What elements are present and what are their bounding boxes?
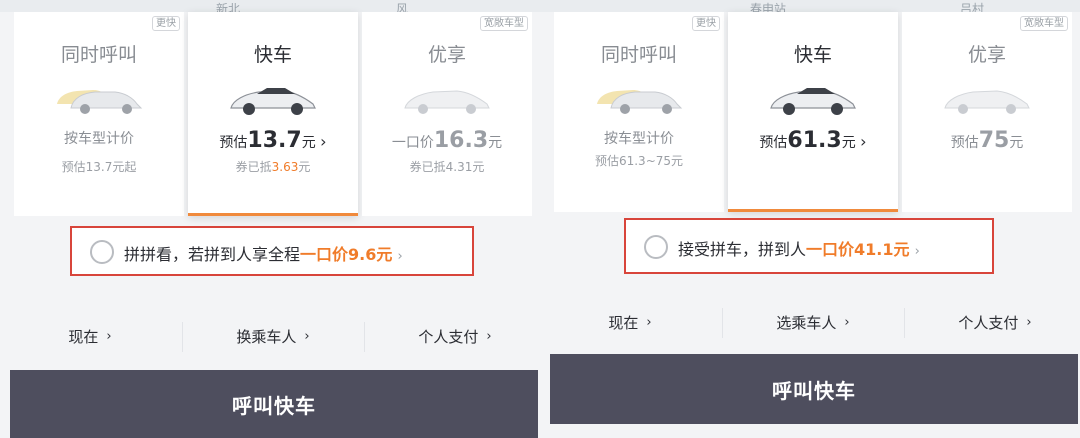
price-unit: 元 bbox=[488, 135, 503, 151]
price-unit: 元 bbox=[1009, 135, 1024, 151]
option-label: 选乘车人 bbox=[776, 313, 837, 332]
chevron-right-icon: › bbox=[486, 328, 492, 344]
price-line: 预估61.3元 › bbox=[728, 128, 898, 153]
car-type-card-express[interactable]: 快车 预估61.3元 › bbox=[728, 12, 898, 212]
price-prefix: 一口价 bbox=[391, 135, 434, 151]
coupon-label: 券已抵 bbox=[235, 160, 272, 174]
carpool-option[interactable]: 接受拼车，拼到人一口价41.1元 › bbox=[624, 218, 994, 274]
passenger-option[interactable]: 换乘车人 › bbox=[183, 306, 363, 366]
coupon-unit: 元 bbox=[298, 160, 311, 174]
carpool-fixed-price: 一口价9.6元 bbox=[300, 245, 393, 264]
chevron-right-icon: › bbox=[860, 132, 867, 151]
option-label: 现在 bbox=[68, 327, 99, 346]
car-icon bbox=[230, 88, 316, 115]
premium-car-icon bbox=[404, 90, 490, 114]
price-line: 一口价16.3元 bbox=[362, 128, 532, 153]
car-type-card-express[interactable]: 快车 预估13.7元 › 券已抵3.63元 bbox=[188, 12, 358, 216]
price-prefix: 预估 bbox=[219, 135, 248, 151]
call-express-button[interactable]: 呼叫快车 bbox=[10, 370, 538, 438]
car-type-title: 同时呼叫 bbox=[600, 44, 677, 66]
price-prefix: 按车型计价 bbox=[64, 131, 134, 147]
chevron-right-icon: › bbox=[646, 314, 652, 330]
price-prefix: 预估 bbox=[950, 135, 979, 151]
carpool-option[interactable]: 拼拼看，若拼到人享全程一口价9.6元 › bbox=[70, 226, 474, 276]
price-prefix: 预估 bbox=[759, 135, 788, 151]
coupon-line: 券已抵4.31元 bbox=[409, 160, 485, 174]
coupon-line: 券已抵3.63元 bbox=[188, 158, 358, 175]
spacious-tag: 宽敞车型 bbox=[480, 16, 528, 31]
chevron-right-icon: › bbox=[844, 314, 850, 330]
price-value: 16.3 bbox=[433, 128, 489, 153]
price-value: 61.3 bbox=[787, 128, 842, 153]
chevron-right-icon: › bbox=[320, 132, 327, 151]
price-prefix: 按车型计价 bbox=[604, 131, 674, 147]
payment-option[interactable]: 个人支付 › bbox=[905, 292, 1080, 352]
car-type-title: 同时呼叫 bbox=[60, 44, 137, 66]
car-type-card-premium[interactable]: 宽敞车型 优享 预估75元 bbox=[902, 12, 1072, 212]
coupon-amount: 3.63 bbox=[271, 160, 299, 174]
option-label: 个人支付 bbox=[958, 313, 1019, 332]
car-type-title: 快车 bbox=[253, 44, 292, 66]
carpool-radio[interactable] bbox=[644, 235, 668, 259]
carpool-fixed-price: 一口价41.1元 bbox=[806, 240, 910, 259]
estimate-range: 预估13.7元起 bbox=[61, 160, 137, 174]
price-line: 按车型计价 bbox=[14, 128, 184, 148]
passenger-option[interactable]: 选乘车人 › bbox=[723, 292, 903, 352]
call-express-button[interactable]: 呼叫快车 bbox=[550, 354, 1078, 424]
option-label: 换乘车人 bbox=[236, 327, 297, 346]
carpool-label: 接受拼车，拼到人 bbox=[678, 240, 807, 259]
time-option[interactable]: 现在 › bbox=[0, 306, 180, 366]
payment-option[interactable]: 个人支付 › bbox=[365, 306, 540, 366]
estimate-range: 预估61.3~75元 bbox=[594, 154, 684, 168]
chevron-right-icon: › bbox=[106, 328, 112, 344]
car-type-card-simultaneous[interactable]: 更快 同时呼叫 按车型计价 预估61.3~75元 bbox=[554, 12, 724, 212]
bottom-sheet: 更快 同时呼叫 按车型计价 预估61.3~75元 快车 预估61.3元 › 宽敞… bbox=[540, 12, 1080, 438]
price-unit: 元 bbox=[301, 135, 316, 151]
selected-indicator bbox=[188, 213, 358, 216]
chevron-right-icon: › bbox=[914, 244, 920, 259]
carpool-text: 接受拼车，拼到人一口价41.1元 › bbox=[678, 236, 920, 260]
car-type-title: 快车 bbox=[793, 44, 832, 66]
faster-tag: 更快 bbox=[692, 16, 720, 31]
carpool-radio[interactable] bbox=[90, 240, 114, 264]
selected-indicator bbox=[728, 209, 898, 212]
car-type-title: 优享 bbox=[427, 44, 466, 66]
premium-car-icon bbox=[944, 90, 1030, 114]
price-value: 13.7 bbox=[247, 128, 302, 153]
price-line: 预估75元 bbox=[902, 128, 1072, 153]
carpool-text: 拼拼看，若拼到人享全程一口价9.6元 › bbox=[124, 241, 403, 265]
carpool-label: 拼拼看，若拼到人享全程 bbox=[124, 245, 301, 264]
car-type-card-simultaneous[interactable]: 更快 同时呼叫 按车型计价 预估13.7元起 bbox=[14, 12, 184, 216]
time-option[interactable]: 现在 › bbox=[540, 292, 720, 352]
spacious-tag: 宽敞车型 bbox=[1020, 16, 1068, 31]
bottom-sheet: 更快 同时呼叫 按车型计价 预估13.7元起 快车 预估13.7元 › 券已抵3… bbox=[0, 12, 540, 438]
chevron-right-icon: › bbox=[397, 249, 403, 264]
price-unit: 元 bbox=[841, 135, 856, 151]
chevron-right-icon: › bbox=[304, 328, 310, 344]
chevron-right-icon: › bbox=[1026, 314, 1032, 330]
left-screenshot: 新北 风 更快 同时呼叫 按车型计价 预估13.7元起 快车 预估13.7元 ›… bbox=[0, 0, 540, 438]
price-line: 按车型计价 bbox=[554, 128, 724, 148]
right-screenshot: 春申站 吕村 更快 同时呼叫 按车型计价 预估61.3~75元 快车 预估61.… bbox=[540, 0, 1080, 438]
car-pair-icon bbox=[597, 90, 683, 114]
faster-tag: 更快 bbox=[152, 16, 180, 31]
option-label: 现在 bbox=[608, 313, 639, 332]
car-type-card-premium[interactable]: 宽敞车型 优享 一口价16.3元 券已抵4.31元 bbox=[362, 12, 532, 216]
option-label: 个人支付 bbox=[418, 327, 479, 346]
car-type-title: 优享 bbox=[967, 44, 1006, 66]
car-icon bbox=[770, 88, 856, 115]
car-pair-icon bbox=[57, 90, 143, 114]
price-value: 75 bbox=[978, 128, 1010, 153]
price-line: 预估13.7元 › bbox=[188, 128, 358, 153]
